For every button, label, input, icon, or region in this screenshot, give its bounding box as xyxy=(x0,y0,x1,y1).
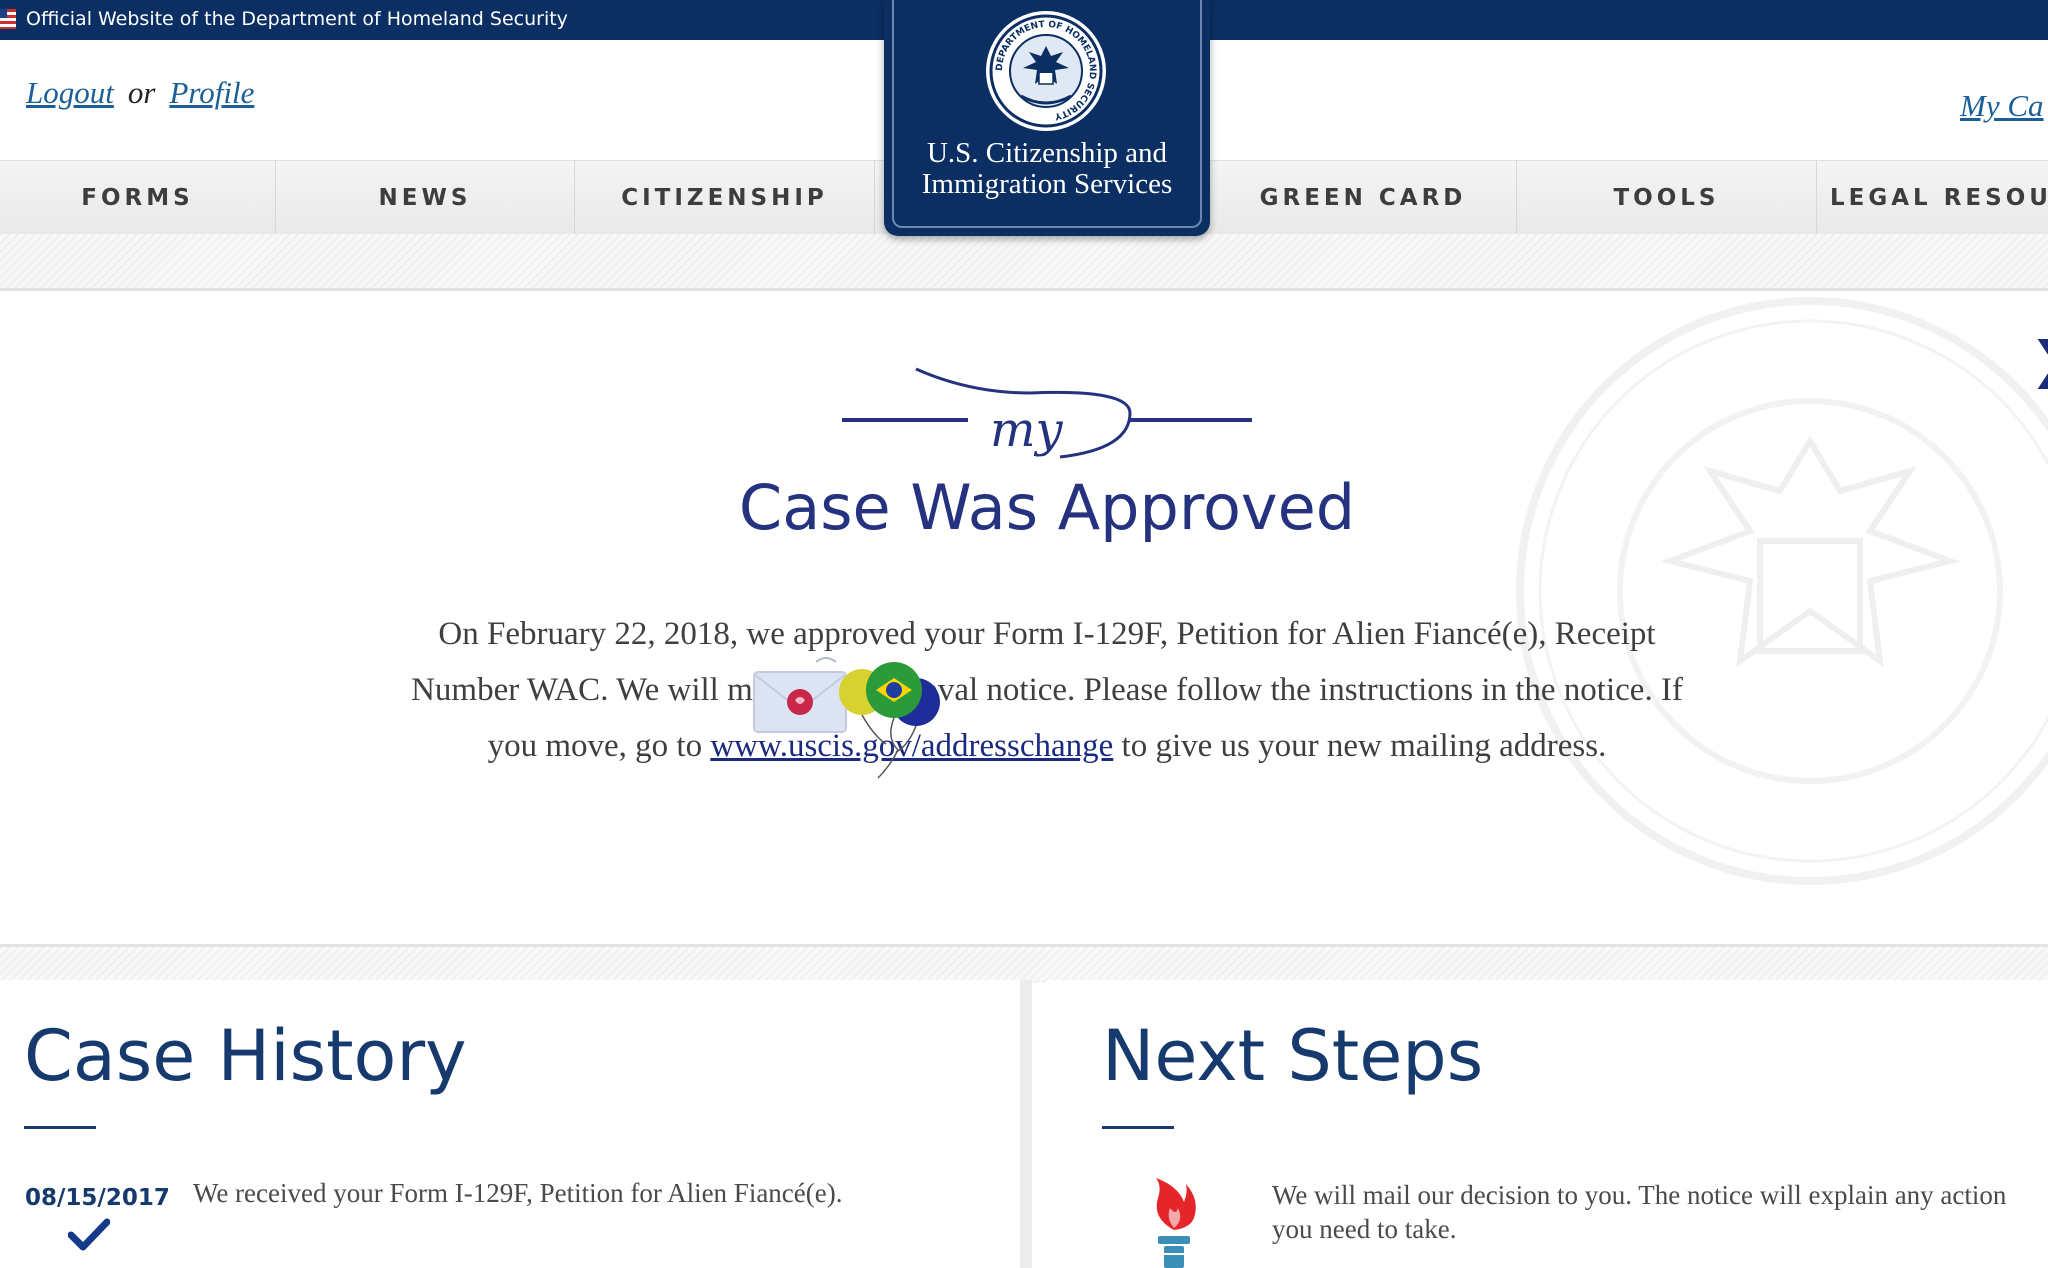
nav-forms[interactable]: FORMS xyxy=(0,161,276,235)
chevron-right-icon[interactable]: ❯ xyxy=(2030,331,2048,389)
title-underline xyxy=(24,1126,96,1129)
case-history-panel: Case History 08/15/2017 We received your… xyxy=(0,980,1032,1268)
nav-news[interactable]: NEWS xyxy=(276,161,575,235)
my-logo-text: my xyxy=(990,402,1064,458)
nav-citizenship[interactable]: CITIZENSHIP xyxy=(575,161,875,235)
balloon-sticker xyxy=(839,662,940,779)
logo-wordmark: U.S. Citizenship and Immigration Service… xyxy=(884,138,1210,200)
logo-line-2: Immigration Services xyxy=(921,168,1173,200)
divider-band xyxy=(0,234,2048,291)
next-steps-title: Next Steps xyxy=(1102,1015,1484,1097)
uscis-logo[interactable]: DEPARTMENT OF HOMELAND SECURITY U.S. Cit… xyxy=(884,0,1210,236)
torch-icon xyxy=(1156,1178,1196,1268)
dhs-watermark-seal xyxy=(1516,297,2048,885)
dhs-seal-icon: DEPARTMENT OF HOMELAND SECURITY xyxy=(986,11,1106,131)
my-case-link[interactable]: My Ca xyxy=(1960,88,2044,124)
my-case-logo: my xyxy=(842,367,1252,459)
next-steps-panel: Next Steps We will mail our decision to … xyxy=(1046,980,2048,1268)
logo-line-1: U.S. Citizenship and xyxy=(926,137,1168,169)
or-text: or xyxy=(127,75,156,110)
nav-green-card[interactable]: GREEN CARD xyxy=(1210,161,1517,235)
history-entry-text: We received your Form I-129F, Petition f… xyxy=(193,1178,843,1208)
account-links: Logout or Profile xyxy=(26,75,254,111)
case-status-panel: ❯ my Case Was Approved On February 22, 2… xyxy=(0,291,2048,944)
stickers-overlay xyxy=(753,657,940,779)
divider-band-bottom xyxy=(0,944,2048,983)
next-steps-text: We will mail our decision to you. The no… xyxy=(1272,1180,2007,1244)
status-title: Case Was Approved xyxy=(738,471,1356,544)
nav-tools[interactable]: TOOLS xyxy=(1517,161,1817,235)
history-date: 08/15/2017 xyxy=(25,1185,170,1211)
nav-legal-resources[interactable]: LEGAL RESOUR xyxy=(1817,161,2048,235)
status-body-part-3: to give us your new mailing address. xyxy=(1113,728,1607,764)
logout-link[interactable]: Logout xyxy=(26,75,114,110)
profile-link[interactable]: Profile xyxy=(169,75,254,110)
status-description: On February 22, 2018, we approved your F… xyxy=(410,606,1684,774)
case-history-title: Case History xyxy=(24,1015,467,1097)
envelope-sticker xyxy=(753,657,847,733)
gov-banner-text: Official Website of the Department of Ho… xyxy=(26,8,568,30)
checkmark-icon xyxy=(68,1218,110,1251)
title-underline xyxy=(1102,1126,1174,1129)
flag-icon xyxy=(0,9,16,29)
